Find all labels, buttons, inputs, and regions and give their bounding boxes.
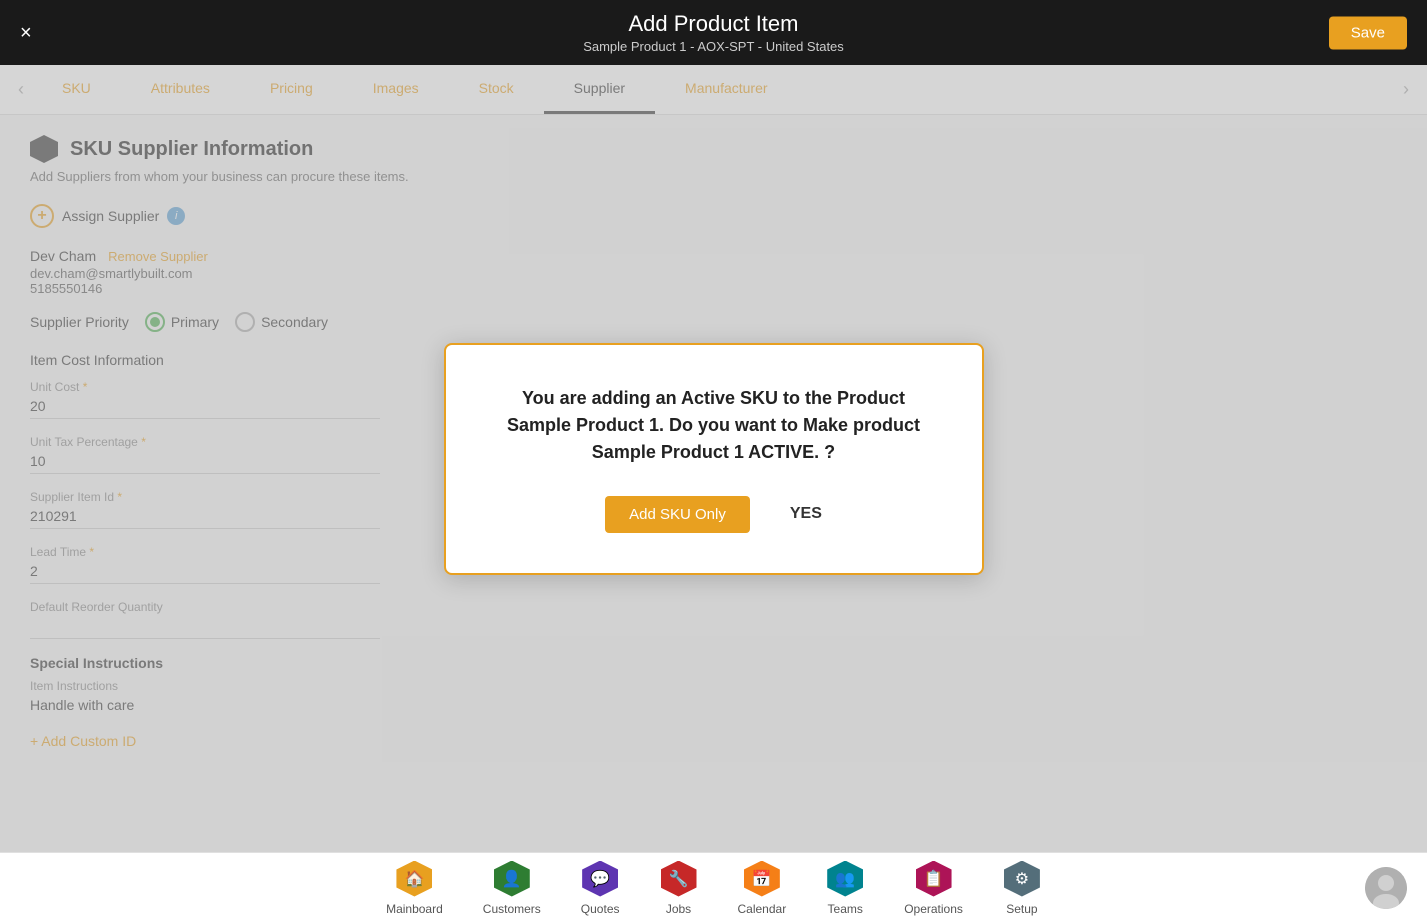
- add-sku-only-button[interactable]: Add SKU Only: [605, 496, 750, 533]
- nav-customers-label: Customers: [483, 902, 541, 916]
- nav-jobs-label: Jobs: [666, 902, 691, 916]
- nav-quotes-label: Quotes: [581, 902, 620, 916]
- header: × Add Product Item Sample Product 1 - AO…: [0, 0, 1427, 65]
- modal-message: You are adding an Active SKU to the Prod…: [496, 385, 932, 466]
- customers-icon: 👤: [493, 860, 531, 898]
- nav-operations-label: Operations: [904, 902, 963, 916]
- close-button[interactable]: ×: [20, 23, 32, 43]
- nav-mainboard-label: Mainboard: [386, 902, 443, 916]
- bottom-nav: 🏠 Mainboard 👤 Customers 💬 Quotes 🔧 Jobs …: [0, 852, 1427, 922]
- nav-teams-label: Teams: [828, 902, 863, 916]
- modal-box: You are adding an Active SKU to the Prod…: [444, 343, 984, 575]
- setup-hex: ⚙: [1004, 861, 1040, 897]
- nav-mainboard[interactable]: 🏠 Mainboard: [386, 860, 443, 916]
- customers-hex: 👤: [494, 861, 530, 897]
- page-title: Add Product Item: [629, 11, 799, 37]
- modal-overlay: You are adding an Active SKU to the Prod…: [0, 65, 1427, 852]
- jobs-icon: 🔧: [660, 860, 698, 898]
- nav-calendar-label: Calendar: [738, 902, 787, 916]
- jobs-hex: 🔧: [661, 861, 697, 897]
- nav-jobs[interactable]: 🔧 Jobs: [660, 860, 698, 916]
- nav-operations[interactable]: 📋 Operations: [904, 860, 963, 916]
- mainboard-icon: 🏠: [395, 860, 433, 898]
- operations-icon: 📋: [915, 860, 953, 898]
- nav-quotes[interactable]: 💬 Quotes: [581, 860, 620, 916]
- yes-button[interactable]: YES: [790, 505, 822, 523]
- page-subtitle: Sample Product 1 - AOX-SPT - United Stat…: [583, 39, 844, 54]
- save-button[interactable]: Save: [1329, 16, 1407, 49]
- nav-setup[interactable]: ⚙ Setup: [1003, 860, 1041, 916]
- user-avatar[interactable]: [1365, 867, 1407, 909]
- nav-customers[interactable]: 👤 Customers: [483, 860, 541, 916]
- mainboard-hex: 🏠: [396, 861, 432, 897]
- calendar-hex: 📅: [744, 861, 780, 897]
- teams-hex: 👥: [827, 861, 863, 897]
- operations-hex: 📋: [916, 861, 952, 897]
- calendar-icon: 📅: [743, 860, 781, 898]
- nav-setup-label: Setup: [1006, 902, 1037, 916]
- setup-icon: ⚙: [1003, 860, 1041, 898]
- modal-actions: Add SKU Only YES: [496, 496, 932, 533]
- teams-icon: 👥: [826, 860, 864, 898]
- quotes-hex: 💬: [582, 861, 618, 897]
- quotes-icon: 💬: [581, 860, 619, 898]
- nav-calendar[interactable]: 📅 Calendar: [738, 860, 787, 916]
- nav-teams[interactable]: 👥 Teams: [826, 860, 864, 916]
